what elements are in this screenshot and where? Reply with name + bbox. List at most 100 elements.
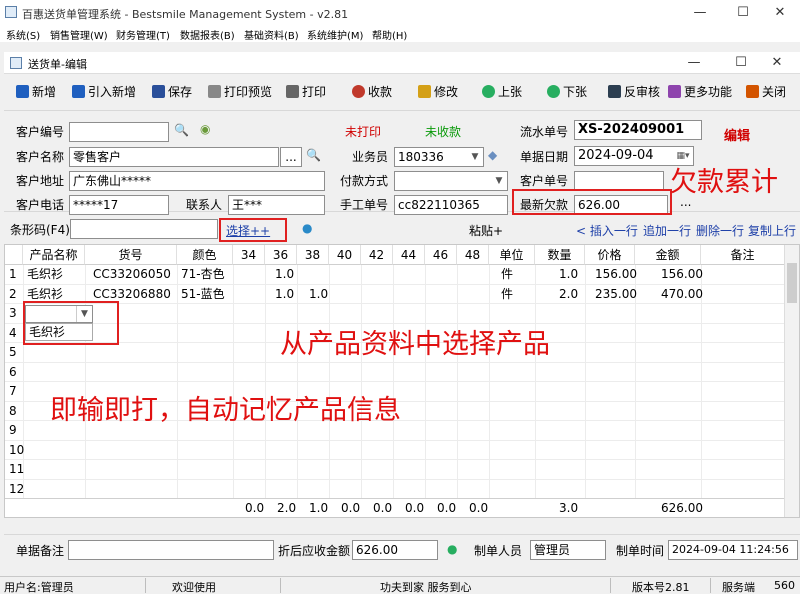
payment-button[interactable]: 收款	[352, 82, 392, 102]
grid-header-sku[interactable]: 货号	[85, 245, 177, 265]
barcode-input[interactable]	[70, 219, 218, 239]
child-close-icon[interactable]: ✕	[757, 52, 797, 74]
time-label: 制单时间	[616, 544, 665, 558]
minimize-icon[interactable]: —	[680, 2, 720, 24]
grid-header-unit[interactable]: 单位	[489, 245, 535, 265]
menu-finance[interactable]: 财务管理(T)	[116, 27, 170, 42]
menu-sales[interactable]: 销售管理(W)	[50, 27, 108, 42]
print-button[interactable]: 打印	[286, 82, 326, 102]
dropdown-highlight-box	[23, 301, 119, 345]
close-icon[interactable]: ✕	[760, 2, 800, 24]
edit-button[interactable]: 修改	[418, 82, 458, 102]
import-new-button[interactable]: 引入新增	[72, 82, 136, 102]
chevron-down-icon: ▼	[495, 176, 503, 186]
customer-name-label: 客户名称	[16, 150, 65, 164]
status-welcome: 欢迎使用	[172, 581, 216, 594]
table-row[interactable]: 6	[5, 363, 785, 382]
time-input[interactable]: 2024-09-04 11:24:56	[668, 540, 798, 560]
grid-header-price[interactable]: 价格	[585, 245, 635, 265]
salesman-info-icon[interactable]: ◆	[488, 148, 497, 162]
discount-value-input[interactable]: 626.00	[352, 540, 438, 560]
next-button[interactable]: 下张	[547, 82, 587, 102]
customer-code-input[interactable]	[69, 122, 169, 142]
more-functions-button[interactable]: 更多功能	[668, 82, 732, 102]
child-window-title-bar: 送货单-编辑 — ☐ ✕	[4, 52, 800, 74]
previous-button[interactable]: 上张	[482, 82, 522, 102]
payment-method-select[interactable]: ▼	[394, 171, 508, 191]
close-button[interactable]: 关闭	[746, 82, 786, 102]
window-title-bar: 百惠送货单管理系统 - Bestsmile Management System …	[0, 0, 800, 26]
copy-row-button[interactable]: 复制上行	[748, 222, 796, 239]
manual-no-label: 手工单号	[340, 198, 389, 212]
contact-input[interactable]: 王***	[228, 195, 325, 215]
grid-header-color[interactable]: 颜色	[177, 245, 233, 265]
address-input[interactable]: 广东佛山*****	[69, 171, 325, 191]
customer-order-input[interactable]	[574, 171, 664, 191]
insert-row-button[interactable]: < 插入一行	[576, 222, 638, 239]
table-row[interactable]: 10	[5, 441, 785, 460]
remark-input[interactable]	[68, 540, 274, 560]
payment-icon	[352, 85, 365, 98]
debt-highlight-box	[512, 189, 672, 215]
phone-input[interactable]: *****17	[69, 195, 169, 215]
grid-header-remark[interactable]: 备注	[701, 245, 785, 265]
menu-help[interactable]: 帮助(H)	[372, 27, 407, 42]
child-window-title: 送货单-编辑	[28, 58, 87, 71]
menu-reports[interactable]: 数据报表(B)	[180, 27, 235, 42]
window-title: 百惠送货单管理系统 - Bestsmile Management System …	[22, 8, 349, 21]
grid-header-amount[interactable]: 金额	[635, 245, 701, 265]
table-row[interactable]: 1 毛织衫 CC33206050 71-杏色 1.0 件 1.0 156.00 …	[5, 265, 785, 285]
menu-basic-data[interactable]: 基础资料(B)	[244, 27, 299, 42]
manual-no-input[interactable]: cc822110365	[394, 195, 508, 215]
customer-code-label: 客户编号	[16, 125, 65, 139]
table-row[interactable]: 2 毛织衫 CC33206880 51-蓝色 1.0 1.0 件 2.0 235…	[5, 285, 785, 304]
grid-header-size-38[interactable]: 38	[297, 245, 329, 265]
creator-input[interactable]: 管理员	[530, 540, 606, 560]
child-minimize-icon[interactable]: —	[674, 52, 714, 74]
save-icon	[152, 85, 165, 98]
paste-button[interactable]: 粘贴+	[469, 222, 503, 239]
new-button[interactable]: 新增	[16, 82, 56, 102]
vertical-scrollbar[interactable]	[784, 245, 799, 517]
payment-method-label: 付款方式	[340, 174, 389, 188]
scrollbar-thumb[interactable]	[787, 263, 797, 303]
barcode-row: 条形码(F4) 选择++ ● 粘贴+ < 插入一行 追加一行 删除一行 复制上行	[4, 216, 800, 242]
select-product-button[interactable]: 选择++	[226, 222, 270, 239]
grid-header-size-46[interactable]: 46	[425, 245, 457, 265]
maximize-icon[interactable]: ☐	[723, 2, 763, 24]
grid-header-size-42[interactable]: 42	[361, 245, 393, 265]
grid-header-size-34[interactable]: 34	[233, 245, 265, 265]
menu-system[interactable]: 系统(S)	[6, 27, 40, 42]
delete-row-button[interactable]: 删除一行	[696, 222, 744, 239]
grid-header-size-36[interactable]: 36	[265, 245, 297, 265]
grid-header-size-44[interactable]: 44	[393, 245, 425, 265]
customer-browse-button[interactable]: ...	[280, 147, 302, 167]
grid-header-size-48[interactable]: 48	[457, 245, 489, 265]
serial-input[interactable]: XS-202409001	[574, 120, 702, 140]
refresh-icon[interactable]: ●	[302, 221, 312, 235]
customer-lookup-icon[interactable]: ◉	[200, 122, 210, 136]
print-status-badge: 未打印	[345, 125, 382, 139]
search-icon[interactable]: 🔍	[306, 148, 321, 162]
append-row-button[interactable]: 追加一行	[643, 222, 691, 239]
grid-header-size-40[interactable]: 40	[329, 245, 361, 265]
menu-maintenance[interactable]: 系统维护(M)	[307, 27, 363, 42]
table-row[interactable]: 11	[5, 460, 785, 480]
table-row[interactable]: 3	[5, 304, 785, 324]
select-product-annotation: 从产品资料中选择产品	[280, 329, 550, 360]
search-icon[interactable]: 🔍	[174, 123, 189, 137]
grid-header-name[interactable]: 产品名称	[23, 245, 85, 265]
table-row[interactable]: 12	[5, 480, 785, 499]
unapprove-button[interactable]: 反审核	[608, 82, 660, 102]
customer-name-input[interactable]: 零售客户	[69, 147, 279, 167]
discount-label: 折后应收金额	[278, 544, 351, 558]
plus-icon	[72, 85, 85, 98]
child-maximize-icon[interactable]: ☐	[721, 52, 761, 74]
salesman-label: 业务员	[352, 150, 389, 164]
print-preview-button[interactable]: 打印预览	[208, 82, 272, 102]
edit-icon	[418, 85, 431, 98]
product-grid: 产品名称 货号 颜色 34 36 38 40 42 44 46 48 单位 数量…	[4, 244, 800, 518]
grid-header-qty[interactable]: 数量	[535, 245, 585, 265]
salesman-select[interactable]: 180336 ▼	[394, 147, 484, 167]
save-button[interactable]: 保存	[152, 82, 192, 102]
